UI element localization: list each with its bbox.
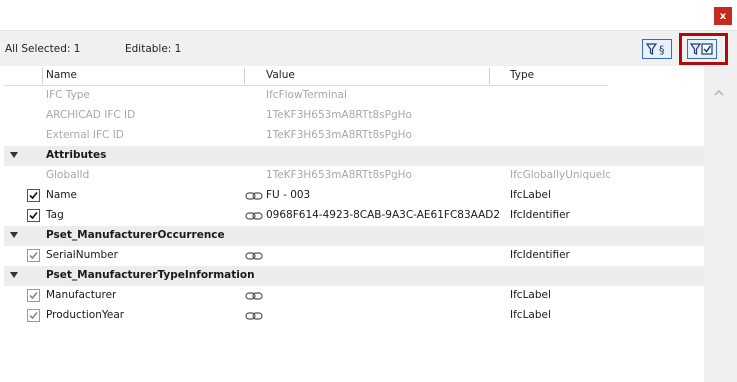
column-header-name[interactable]: Name <box>46 69 77 81</box>
table-row[interactable]: Tag 0968F614-4923-8CAB-9A3C-AE61FC83AAD2… <box>4 206 704 226</box>
property-name: Manufacturer <box>46 289 117 301</box>
property-name: ARCHICAD IFC ID <box>46 109 136 121</box>
collapse-arrow-icon[interactable] <box>10 232 18 238</box>
link-icon[interactable] <box>245 191 263 201</box>
checkmark-icon <box>29 191 38 200</box>
table-header: Name Value Type <box>4 66 608 86</box>
property-value[interactable]: FU - 003 <box>266 189 310 201</box>
link-icon[interactable] <box>245 311 263 321</box>
property-name: Tag <box>46 209 64 221</box>
property-type: IfcIdentifier <box>510 249 570 261</box>
group-row-attributes[interactable]: Attributes <box>4 146 704 166</box>
filter-section-icon: § <box>645 43 665 57</box>
table-row[interactable]: IFC Type IfcFlowTerminal <box>4 86 704 106</box>
row-checkbox[interactable] <box>27 289 40 302</box>
column-separator[interactable] <box>489 68 490 84</box>
highlight-frame <box>679 33 728 65</box>
row-checkbox[interactable] <box>27 189 40 202</box>
filter-by-property-button[interactable]: § <box>642 39 672 59</box>
column-header-value[interactable]: Value <box>266 69 295 81</box>
scroll-up-icon[interactable] <box>712 88 726 98</box>
properties-table: Name Value Type IFC Type IfcFlowTerminal… <box>4 66 704 382</box>
property-name: Name <box>46 189 77 201</box>
checkmark-icon <box>29 211 38 220</box>
link-icon[interactable] <box>245 211 263 221</box>
group-label: Pset_ManufacturerTypeInformation <box>46 269 255 281</box>
property-type: IfcIdentifier <box>510 209 570 221</box>
collapse-arrow-icon[interactable] <box>10 272 18 278</box>
vertical-scrollbar[interactable] <box>704 66 737 382</box>
column-header-type[interactable]: Type <box>510 69 534 81</box>
table-row[interactable]: Name FU - 003 IfcLabel <box>4 186 704 206</box>
link-icon[interactable] <box>245 251 263 261</box>
table-row[interactable]: Manufacturer IfcLabel <box>4 286 704 306</box>
property-name: SerialNumber <box>46 249 118 261</box>
property-name: ProductionYear <box>46 309 125 321</box>
column-separator[interactable] <box>244 68 245 84</box>
collapse-arrow-icon[interactable] <box>10 152 18 158</box>
group-label: Pset_ManufacturerOccurrence <box>46 229 225 241</box>
property-type: IfcGloballyUniqueId <box>510 169 610 181</box>
all-selected-count: All Selected: 1 <box>5 43 81 55</box>
table-row[interactable]: ProductionYear IfcLabel <box>4 306 704 326</box>
table-row[interactable]: ARCHICAD IFC ID 1TeKF3H653mA8RTt8sPgHo <box>4 106 704 126</box>
editable-count: Editable: 1 <box>125 43 182 55</box>
table-row[interactable]: External IFC ID 1TeKF3H653mA8RTt8sPgHo <box>4 126 704 146</box>
property-name: External IFC ID <box>46 129 124 141</box>
property-value: 1TeKF3H653mA8RTt8sPgHo <box>266 169 412 181</box>
property-value: 1TeKF3H653mA8RTt8sPgHo <box>266 109 412 121</box>
property-type: IfcLabel <box>510 289 551 301</box>
link-icon[interactable] <box>245 291 263 301</box>
property-type: IfcLabel <box>510 309 551 321</box>
property-name: GlobalId <box>46 169 90 181</box>
property-type: IfcLabel <box>510 189 551 201</box>
title-bar: x <box>0 0 737 31</box>
row-checkbox[interactable] <box>27 209 40 222</box>
table-row[interactable]: GlobalId 1TeKF3H653mA8RTt8sPgHo IfcGloba… <box>4 166 704 186</box>
close-button[interactable]: x <box>714 7 732 25</box>
group-row-manufacturer-occurrence[interactable]: Pset_ManufacturerOccurrence <box>4 226 704 246</box>
property-value: 1TeKF3H653mA8RTt8sPgHo <box>266 129 412 141</box>
row-checkbox[interactable] <box>27 249 40 262</box>
column-separator[interactable] <box>42 68 43 84</box>
checkmark-icon <box>29 251 38 260</box>
checkmark-icon <box>29 291 38 300</box>
property-name: IFC Type <box>46 89 90 101</box>
row-checkbox[interactable] <box>27 309 40 322</box>
group-label: Attributes <box>46 149 107 161</box>
group-row-manufacturer-type-information[interactable]: Pset_ManufacturerTypeInformation <box>4 266 704 286</box>
table-row[interactable]: SerialNumber IfcIdentifier <box>4 246 704 266</box>
svg-text:§: § <box>659 44 665 57</box>
property-value[interactable]: 0968F614-4923-8CAB-9A3C-AE61FC83AAD2 <box>266 209 500 221</box>
toolbar: All Selected: 1 Editable: 1 § <box>0 31 737 66</box>
checkmark-icon <box>29 311 38 320</box>
property-value: IfcFlowTerminal <box>266 89 347 101</box>
